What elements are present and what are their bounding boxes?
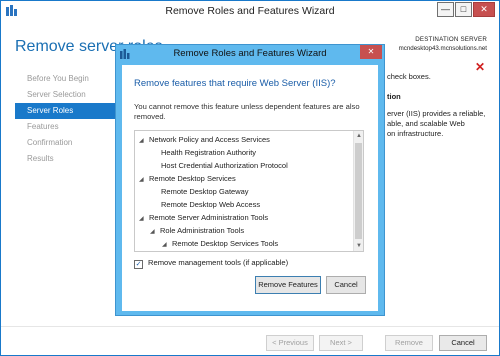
dialog-title: Remove Roles and Features Wizard — [173, 48, 327, 59]
tree-item-label: Network Policy and Access Services — [149, 135, 270, 144]
cancel-button[interactable]: Cancel — [439, 335, 487, 351]
tree-item[interactable]: ◢ Network Policy and Access Services — [139, 133, 270, 146]
nav-item-results[interactable]: Results — [15, 151, 125, 167]
bg-description-line: able, and scalable Web — [387, 119, 465, 128]
next-button[interactable]: Next > — [319, 335, 363, 351]
nav-item-server-roles[interactable]: Server Roles — [15, 103, 125, 119]
nav-item-features[interactable]: Features — [15, 119, 125, 135]
tree-item-label: Remote Desktop Gateway — [161, 187, 249, 196]
collapse-arrow-icon[interactable]: ◢ — [150, 226, 160, 239]
scroll-up-arrow-icon[interactable]: ▲ — [354, 131, 363, 141]
footer-divider — [1, 326, 499, 327]
collapse-arrow-icon[interactable]: ◢ — [139, 213, 149, 226]
remove-features-button[interactable]: Remove Features — [255, 276, 321, 294]
window-title: Remove Roles and Features Wizard — [165, 5, 335, 17]
nav-item-before-you-begin[interactable]: Before You Begin — [15, 71, 125, 87]
destination-label: DESTINATION SERVER — [415, 36, 487, 43]
tree-item[interactable]: ◢ Role Administration Tools — [150, 224, 244, 237]
bg-instruction-text: check boxes. — [387, 72, 431, 81]
checkbox-label: Remove management tools (if applicable) — [148, 258, 289, 267]
nav-item-server-selection[interactable]: Server Selection — [15, 87, 125, 103]
remove-management-tools-checkbox[interactable]: ✓ — [134, 260, 143, 269]
destination-server: DESTINATION SERVER mcndesktop43.mcnsolut… — [399, 35, 487, 53]
tree-item-label: Health Registration Authority — [161, 148, 257, 157]
collapse-arrow-icon[interactable]: ◢ — [139, 174, 149, 187]
tree-item[interactable]: Remote Desktop Gateway — [161, 185, 249, 198]
dialog-heading: Remove features that require Web Server … — [134, 78, 336, 89]
tree-item[interactable]: ◢ Remote Server Administration Tools — [139, 211, 268, 224]
bg-description-heading: tion — [387, 92, 401, 101]
tree-item-label: Remote Server Administration Tools — [149, 213, 269, 222]
error-x-icon: ✕ — [475, 60, 486, 74]
tree-item-label: Remote Desktop Services — [149, 174, 236, 183]
scroll-down-arrow-icon[interactable]: ▼ — [354, 241, 363, 251]
tree-item-label: Remote Desktop Services Tools — [172, 239, 279, 248]
remove-features-dialog: Remove Roles and Features Wizard ✕ Remov… — [115, 44, 385, 316]
tree-item-label: Role Administration Tools — [160, 226, 245, 235]
tree-item[interactable]: Remote Desktop Web Access — [161, 198, 260, 211]
collapse-arrow-icon[interactable]: ◢ — [162, 239, 172, 251]
dialog-close-button[interactable]: ✕ — [360, 45, 382, 59]
maximize-button[interactable]: □ — [455, 2, 472, 17]
tree-item[interactable]: ◢ Remote Desktop Services — [139, 172, 236, 185]
nav-item-confirmation[interactable]: Confirmation — [15, 135, 125, 151]
bg-description-line: erver (IIS) provides a reliable, — [387, 109, 486, 118]
tree-item[interactable]: Host Credential Authorization Protocol — [161, 159, 288, 172]
dialog-body: Remove features that require Web Server … — [122, 65, 378, 311]
dependent-features-tree[interactable]: ◢ Network Policy and Access Services Heal… — [134, 130, 364, 252]
minimize-button[interactable]: — — [437, 2, 454, 17]
window-titlebar[interactable]: Remove Roles and Features Wizard — □ ✕ — [1, 1, 499, 21]
remove-management-tools-option[interactable]: ✓ Remove management tools (if applicable) — [134, 258, 288, 269]
tree-item-label: Remote Desktop Web Access — [161, 200, 261, 209]
tree-item[interactable]: Health Registration Authority — [161, 146, 256, 159]
dialog-message: You cannot remove this feature unless de… — [134, 102, 360, 121]
wizard-nav: Before You Begin Server Selection Server… — [15, 71, 125, 167]
tree-item[interactable]: ◢ Remote Desktop Services Tools — [162, 237, 278, 250]
remove-button[interactable]: Remove — [385, 335, 433, 351]
dialog-cancel-button[interactable]: Cancel — [326, 276, 366, 294]
tree-scrollbar[interactable]: ▲ ▼ — [353, 131, 363, 251]
tree-item-label: Host Credential Authorization Protocol — [161, 161, 288, 170]
collapse-arrow-icon[interactable]: ◢ — [139, 135, 149, 148]
bg-description-line: on infrastructure. — [387, 129, 444, 138]
scrollbar-thumb[interactable] — [355, 143, 362, 239]
destination-server-name: mcndesktop43.mcnsolutions.net — [398, 45, 487, 52]
previous-button[interactable]: < Previous — [266, 335, 314, 351]
close-button[interactable]: ✕ — [473, 2, 495, 17]
